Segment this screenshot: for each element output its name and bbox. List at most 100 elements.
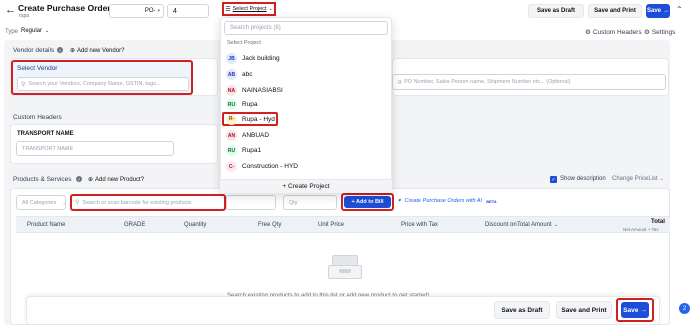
save-print-button[interactable]: Save and Print — [588, 4, 642, 18]
chevron-down-icon: ⌄ — [45, 28, 50, 34]
project-item[interactable]: RU Rupa — [222, 96, 392, 113]
select-project-label: Select Project — [232, 6, 267, 12]
settings-label: Settings — [651, 28, 676, 36]
col-price-with-tax: Price with Tax — [401, 222, 438, 228]
col-total: Total — [651, 219, 665, 225]
vendor-search-input[interactable]: ⚲ Search your Vendors, Company Name, GST… — [17, 77, 189, 91]
footer-save-wrapper: Save → — [616, 298, 654, 322]
col-product-name: Product Name — [27, 222, 66, 228]
prefix-select[interactable]: PO- ▾ — [109, 4, 164, 18]
project-item[interactable]: C- Construction - HYD — [222, 158, 392, 175]
ai-link-label: Create Purchase Orders with AI — [404, 198, 483, 204]
save-button[interactable]: Save → — [646, 4, 670, 18]
project-item[interactable]: JB Jack building — [222, 50, 392, 67]
save-draft-button[interactable]: Save as Draft — [528, 4, 584, 18]
settings-button[interactable]: ⚙ Settings — [644, 28, 676, 37]
plus-circle-icon: ⊕ — [88, 177, 94, 183]
product-search-placeholder: Search or scan barcode for existing prod… — [82, 199, 192, 206]
ai-link[interactable]: ✦ Create Purchase Orders with AI BETA — [397, 198, 497, 204]
add-product-label: Add new Product? — [95, 176, 145, 183]
type-select[interactable]: Regular ⌄ — [21, 28, 49, 34]
select-project-button[interactable]: ☰ Select Project ⌄ — [222, 2, 276, 16]
project-name: Construction - HYD — [242, 163, 298, 170]
chevron-down-icon: ⌄ — [62, 200, 65, 206]
project-icon: ☰ — [225, 6, 231, 13]
product-search-input[interactable]: ⚲ Search or scan barcode for existing pr… — [70, 194, 226, 211]
col-free-qty: Free Qty — [258, 222, 282, 228]
project-item[interactable]: AB abc — [222, 66, 392, 83]
arrow-right-icon: → — [640, 306, 647, 314]
project-name: abc — [242, 71, 253, 78]
project-avatar: RU — [226, 99, 237, 110]
project-avatar: C- — [226, 161, 237, 172]
footer-save-label: Save — [623, 306, 639, 314]
search-icon: ⚲ — [75, 200, 80, 206]
project-name: Rupa - Hyd — [242, 115, 275, 123]
vendor-select-label: Select Vendor — [17, 65, 58, 72]
show-description-checkbox[interactable]: ✓ — [550, 176, 557, 183]
products-section-label: Products & Services — [13, 176, 72, 183]
project-search-placeholder: Search projects (8) — [230, 25, 281, 31]
back-arrow-icon[interactable]: ← — [5, 4, 16, 16]
col-grade: GRADE — [124, 222, 146, 228]
project-avatar: R- — [226, 113, 237, 125]
col-total-amount-label: Total Amount — [517, 222, 552, 228]
empty-state-illustration — [328, 253, 362, 281]
notification-badge[interactable]: 2 — [679, 303, 690, 314]
col-total-sub: Net Amount + Tax — [623, 227, 659, 232]
add-product-link[interactable]: ⊕ Add new Product? — [88, 176, 145, 184]
chevron-down-icon: ⌄ — [268, 6, 273, 12]
create-project-button[interactable]: + Create Project — [220, 179, 392, 193]
project-name: ANBUAD — [242, 132, 270, 139]
project-search-input[interactable]: Search projects (8) — [224, 21, 388, 35]
change-pricelist-label: Change PriceList — [612, 176, 658, 182]
add-to-bill-wrapper: + Add to Bill — [341, 193, 394, 211]
reference-placeholder: g. PO Number, Sales Person name, Shipmen… — [398, 79, 571, 85]
transport-name-input[interactable]: TRANSPORT NAME — [16, 141, 174, 156]
info-icon: ? — [57, 47, 63, 53]
footer-save-button[interactable]: Save → — [621, 302, 649, 318]
project-avatar: JB — [226, 53, 237, 64]
project-avatar: AB — [226, 69, 237, 80]
category-value: All Categories — [22, 199, 57, 206]
notification-count: 2 — [682, 305, 687, 312]
project-item[interactable]: RU Rupa1 — [222, 142, 392, 159]
custom-headers-button[interactable]: ⚙ Custom Headers — [585, 28, 642, 37]
add-vendor-link[interactable]: ⊕ Add new Vendor? — [70, 47, 125, 55]
po-number-input[interactable]: 4 — [167, 4, 209, 18]
chevron-up-icon[interactable]: ⌃ — [676, 5, 683, 14]
add-to-bill-button[interactable]: + Add to Bill — [344, 196, 391, 208]
custom-headers-section-label: Custom Headers — [13, 114, 62, 121]
add-vendor-label: Add new Vendor? — [77, 47, 125, 54]
page-subtitle: rupa — [19, 13, 30, 19]
chevron-down-icon: ⌄ — [553, 222, 558, 228]
arrow-right-icon: → — [663, 8, 669, 14]
page-title: Create Purchase Order — [18, 3, 111, 13]
col-total-amount[interactable]: Total Amount ⌄ — [517, 222, 558, 228]
project-item-selected[interactable]: R- Rupa - Hyd — [222, 112, 278, 126]
beta-badge: BETA — [486, 198, 497, 204]
plus-circle-icon: ⊕ — [70, 48, 76, 54]
type-value: Regular — [21, 28, 43, 34]
product-search-ext — [226, 195, 276, 210]
chevron-down-icon: ⌄ — [659, 176, 664, 182]
transport-name-placeholder: TRANSPORT NAME — [22, 145, 74, 152]
transport-name-label: TRANSPORT NAME — [17, 131, 74, 137]
vendor-search-placeholder: Search your Vendors, Company Name, GSTIN… — [28, 81, 161, 87]
project-name: Rupa — [242, 101, 258, 108]
change-pricelist-link[interactable]: Change PriceList ⌄ — [612, 176, 664, 182]
footer-save-print-button[interactable]: Save and Print — [556, 301, 612, 319]
qty-input[interactable]: Qty — [283, 195, 337, 210]
reference-input[interactable]: g. PO Number, Sales Person name, Shipmen… — [392, 74, 666, 90]
col-discount-on: Discount on — [485, 222, 517, 228]
footer-save-draft-button[interactable]: Save as Draft — [494, 301, 550, 319]
search-icon: ⚲ — [21, 81, 26, 88]
project-group-label: Select Project — [227, 40, 261, 46]
project-avatar: RU — [226, 145, 237, 156]
category-select[interactable]: All Categories ⌄ — [16, 195, 66, 210]
vendor-select-box[interactable]: Select Vendor ⚲ Search your Vendors, Com… — [11, 60, 193, 95]
project-name: Rupa1 — [242, 147, 262, 154]
project-avatar: AN — [226, 130, 237, 141]
vendor-section-label: Vendor details — [13, 47, 55, 54]
sparkle-icon: ✦ — [397, 198, 402, 204]
